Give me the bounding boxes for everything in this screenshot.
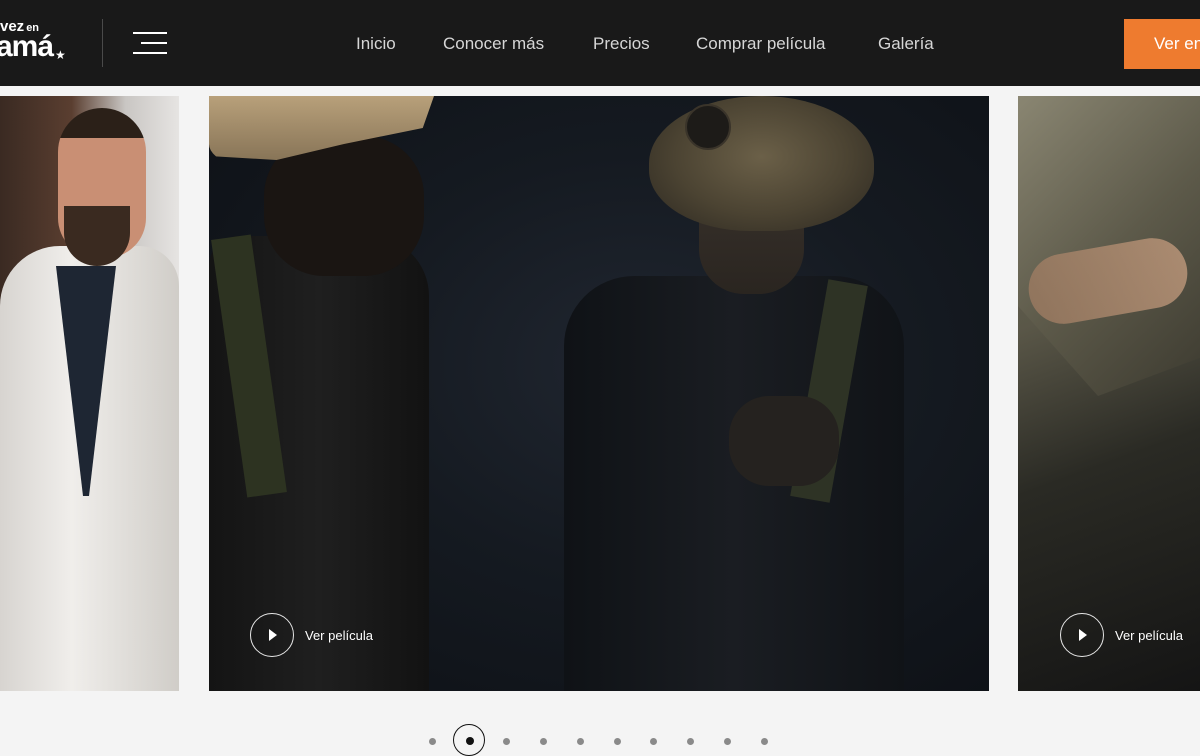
pagination-dot-4[interactable] xyxy=(540,738,547,745)
carousel-slide-active[interactable]: Ver película xyxy=(209,96,989,691)
carousel-slide-prev[interactable] xyxy=(0,96,179,691)
play-label: Ver película xyxy=(305,627,373,643)
nav-item-conocer-mas[interactable]: Conocer más xyxy=(443,34,544,54)
nav-item-galeria[interactable]: Galería xyxy=(878,34,934,54)
header-divider xyxy=(102,19,103,67)
pagination-dot-6[interactable] xyxy=(614,738,621,745)
play-button[interactable]: Ver película xyxy=(250,613,373,657)
hamburger-icon-line xyxy=(133,52,167,54)
nav-item-comprar-pelicula[interactable]: Comprar película xyxy=(696,34,825,54)
star-icon: ★ xyxy=(55,48,66,62)
hamburger-icon xyxy=(133,32,167,34)
slide-image-hat-right xyxy=(649,96,874,231)
nav-item-precios[interactable]: Precios xyxy=(593,34,650,54)
logo-main-text: amá xyxy=(0,30,54,63)
play-icon xyxy=(1060,613,1104,657)
menu-button[interactable] xyxy=(133,32,167,54)
play-triangle xyxy=(1079,629,1087,641)
carousel-slide-next[interactable]: Ver película xyxy=(1018,96,1200,691)
hamburger-icon-line xyxy=(141,42,167,44)
nav-item-inicio[interactable]: Inicio xyxy=(356,34,396,54)
site-logo[interactable]: vez en amá ★ xyxy=(0,16,80,68)
pagination-dot-3[interactable] xyxy=(503,738,510,745)
pagination-dot-9[interactable] xyxy=(724,738,731,745)
pagination-dot-10[interactable] xyxy=(761,738,768,745)
pagination-dot-7[interactable] xyxy=(650,738,657,745)
pagination-dot-8[interactable] xyxy=(687,738,694,745)
pagination-dot-2[interactable] xyxy=(466,737,474,745)
watch-cta-button[interactable]: Ver en xyxy=(1124,19,1200,69)
carousel-pagination xyxy=(0,722,1200,756)
site-header: vez en amá ★ Inicio Conocer más Precios C… xyxy=(0,0,1200,86)
play-button-next[interactable]: Ver película xyxy=(1060,613,1183,657)
play-label: Ver película xyxy=(1115,627,1183,643)
slide-image-hat-badge xyxy=(685,104,731,150)
pagination-dot-1[interactable] xyxy=(429,738,436,745)
slide-image-hands xyxy=(729,396,839,486)
pagination-dot-5[interactable] xyxy=(577,738,584,745)
play-triangle xyxy=(269,629,277,641)
play-icon xyxy=(250,613,294,657)
